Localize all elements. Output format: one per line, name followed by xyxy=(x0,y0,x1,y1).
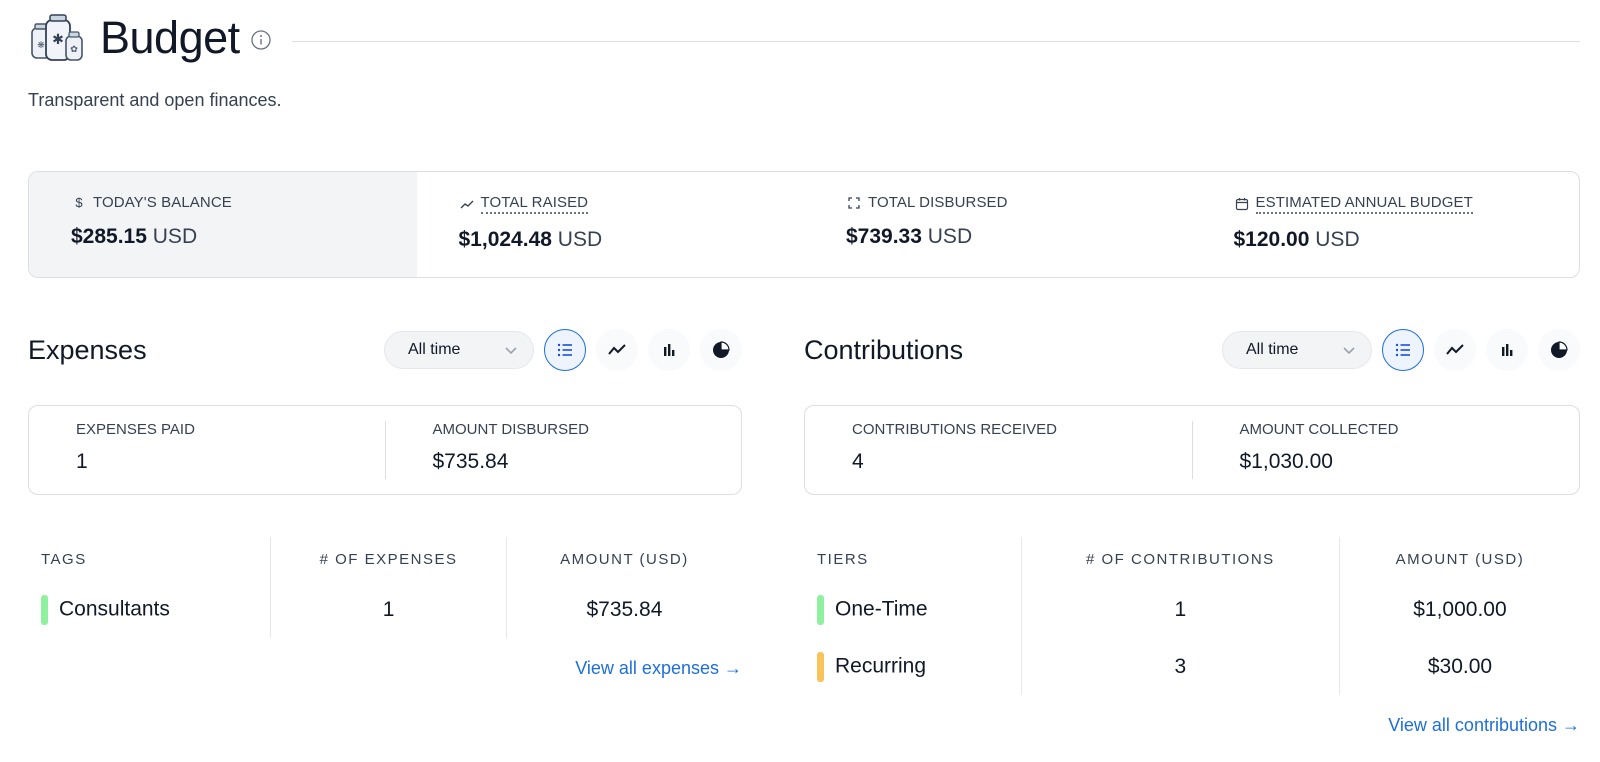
total-raised-stat: TOTAL RAISED $1,024.48 USD xyxy=(417,172,805,277)
expand-icon xyxy=(848,196,860,209)
contributions-metrics-card: CONTRIBUTIONS RECEIVED 4 AMOUNT COLLECTE… xyxy=(804,405,1580,495)
contribution-count: 1 xyxy=(1020,581,1340,638)
table-header: TIERS xyxy=(817,550,869,568)
contributions-section: Contributions All time CONTRIBUTIONS REC… xyxy=(804,325,1580,736)
currency-label: USD xyxy=(557,228,603,251)
expense-amount: $735.84 xyxy=(505,581,742,638)
period-select-value: All time xyxy=(1246,341,1299,358)
todays-balance-stat: $ TODAY'S BALANCE $285.15 USD xyxy=(29,172,417,277)
table-header: AMOUNT (USD) xyxy=(1338,537,1580,581)
contributions-tiers-table: TIERS # OF CONTRIBUTIONS AMOUNT (USD) On… xyxy=(804,537,1580,695)
pie-chart-view-button[interactable] xyxy=(700,329,742,371)
table-header: # OF CONTRIBUTIONS xyxy=(1020,537,1340,581)
tier-color-bar xyxy=(817,651,824,682)
info-icon[interactable] xyxy=(250,29,272,51)
contributions-title: Contributions xyxy=(804,334,964,365)
currency-label: USD xyxy=(927,225,973,248)
list-view-icon xyxy=(1395,343,1410,357)
contribution-count: 3 xyxy=(1020,638,1340,695)
contribution-amount: $30.00 xyxy=(1338,638,1580,695)
period-select-value: All time xyxy=(408,341,461,358)
tier-name: Recurring xyxy=(835,654,927,678)
jars-illustration-icon: ✱ ❋ ✿ xyxy=(31,14,83,61)
budget-summary-card: $ TODAY'S BALANCE $285.15 USD TOTAL RAIS… xyxy=(28,171,1580,278)
list-view-button[interactable] xyxy=(1382,329,1424,371)
total-raised-label[interactable]: TOTAL RAISED xyxy=(480,194,589,214)
chevron-down-icon xyxy=(1343,347,1355,355)
bar-chart-view-button[interactable] xyxy=(1486,329,1528,371)
total-disbursed-amount: $739.33 xyxy=(846,225,922,248)
estimated-annual-budget-label[interactable]: ESTIMATED ANNUAL BUDGET xyxy=(1255,194,1473,214)
table-header: TAGS xyxy=(41,550,87,568)
list-view-icon xyxy=(557,343,572,357)
bar-chart-view-button[interactable] xyxy=(648,329,690,371)
view-all-contributions-link[interactable]: View all contributions → xyxy=(804,715,1580,736)
expense-count: 1 xyxy=(270,581,507,638)
todays-balance-amount: $285.15 xyxy=(71,225,147,248)
pie-chart-icon xyxy=(1551,341,1568,358)
total-raised-amount: $1,024.48 xyxy=(458,228,552,251)
page-subtitle: Transparent and open finances. xyxy=(28,90,282,110)
svg-text:❋: ❋ xyxy=(37,41,45,51)
expenses-section: Expenses All time EXPENSES PAID 1 AMOUNT… xyxy=(28,325,742,679)
line-chart-icon xyxy=(1446,344,1464,355)
expenses-metrics-card: EXPENSES PAID 1 AMOUNT DISBURSED $735.84 xyxy=(28,405,742,495)
currency-label: USD xyxy=(1315,228,1360,251)
tier-color-bar xyxy=(817,594,824,625)
table-row: One-Time 1 $1,000.00 xyxy=(804,581,1580,638)
line-chart-view-button[interactable] xyxy=(1434,329,1476,371)
tier-name: One-Time xyxy=(835,597,928,621)
estimated-annual-budget-stat: ESTIMATED ANNUAL BUDGET $120.00 USD xyxy=(1192,172,1580,277)
bar-chart-icon xyxy=(664,344,675,356)
contribution-amount: $1,000.00 xyxy=(1338,581,1580,638)
pie-chart-icon xyxy=(713,341,730,358)
expenses-title: Expenses xyxy=(28,334,147,365)
pie-chart-view-button[interactable] xyxy=(1538,329,1580,371)
svg-text:✿: ✿ xyxy=(70,45,78,55)
contributions-received-metric: CONTRIBUTIONS RECEIVED 4 xyxy=(852,421,1058,473)
chevron-down-icon xyxy=(505,347,517,355)
line-chart-icon xyxy=(608,344,626,355)
expenses-tags-table: TAGS # OF EXPENSES AMOUNT (USD) Consulta… xyxy=(28,537,742,638)
trend-up-icon xyxy=(460,200,473,209)
currency-label: USD xyxy=(152,225,198,248)
amount-disbursed-metric: AMOUNT DISBURSED $735.84 xyxy=(384,421,742,479)
contributions-period-select[interactable]: All time xyxy=(1222,331,1372,369)
tag-name: Consultants xyxy=(59,597,170,621)
table-header: # OF EXPENSES xyxy=(270,537,507,581)
view-all-expenses-link[interactable]: View all expenses → xyxy=(28,658,742,679)
total-disbursed-stat: TOTAL DISBURSED $739.33 USD xyxy=(804,172,1192,277)
calendar-icon xyxy=(1235,198,1248,211)
page-header: ✱ ❋ ✿ Budget xyxy=(28,10,1580,66)
table-header: AMOUNT (USD) xyxy=(505,537,742,581)
todays-balance-label: TODAY'S BALANCE xyxy=(93,194,232,211)
expenses-period-select[interactable]: All time xyxy=(384,331,534,369)
page-title: Budget xyxy=(100,12,240,63)
table-row: Consultants 1 $735.84 xyxy=(28,581,742,638)
table-row: Recurring 3 $30.00 xyxy=(804,638,1580,695)
header-divider xyxy=(291,40,1580,42)
tag-color-bar xyxy=(41,594,48,625)
svg-text:✱: ✱ xyxy=(52,32,64,48)
bar-chart-icon xyxy=(1502,344,1513,356)
amount-collected-metric: AMOUNT COLLECTED $1,030.00 xyxy=(1191,421,1580,479)
total-disbursed-label: TOTAL DISBURSED xyxy=(868,194,1008,211)
expenses-paid-metric: EXPENSES PAID 1 xyxy=(76,421,195,473)
dollar-icon: $ xyxy=(75,195,83,210)
line-chart-view-button[interactable] xyxy=(596,329,638,371)
list-view-button[interactable] xyxy=(544,329,586,371)
estimated-annual-budget-amount: $120.00 xyxy=(1233,228,1310,251)
